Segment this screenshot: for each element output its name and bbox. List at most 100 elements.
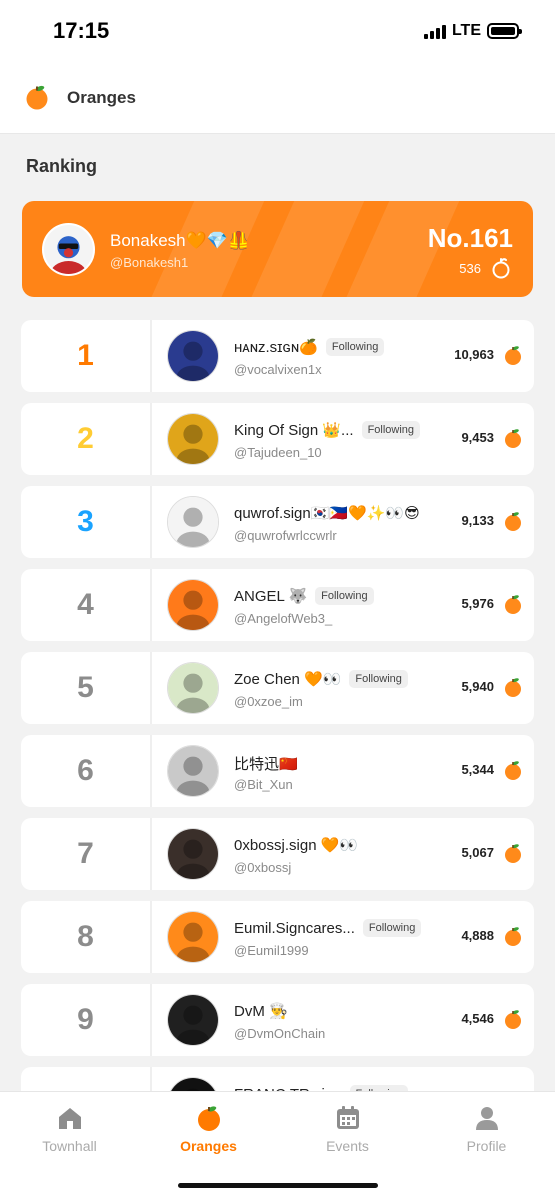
avatar[interactable] [167, 413, 219, 465]
avatar[interactable] [167, 579, 219, 631]
orange-icon [505, 346, 521, 365]
rank-number: 5 [77, 671, 94, 704]
network-label: LTE [451, 22, 481, 39]
rank-number: 3 [77, 505, 94, 538]
ranking-row[interactable]: 7 0xbossj.sign 🧡👀 @0xbossj 5,067 [21, 818, 534, 890]
orange-icon [505, 429, 521, 448]
user-name: King Of Sign 👑... [234, 422, 354, 439]
my-handle: @Bonakesh1 [110, 255, 189, 270]
ranking-row[interactable]: 3 quwrof.sign🇰🇷🇵🇭🧡✨👀😎 @quwrofwrlccwrlr 9,13… [21, 486, 534, 558]
score-value: 4,546 [461, 1011, 494, 1026]
status-time: 17:15 [53, 18, 110, 43]
rank-number: 7 [77, 837, 94, 870]
name-line: King Of Sign 👑... Following [234, 421, 421, 439]
avatar[interactable] [167, 662, 219, 714]
profile-icon [476, 1107, 498, 1130]
following-badge[interactable]: Following [315, 587, 374, 605]
ranking-row[interactable]: 5 Zoe Chen 🧡👀 Following @0xzoe_im 5,940 [21, 652, 534, 724]
name-line: quwrof.sign🇰🇷🇵🇭🧡✨👀😎 [234, 504, 420, 522]
following-badge[interactable]: Following [349, 670, 408, 688]
avatar[interactable] [42, 223, 95, 276]
nav-label: Events [326, 1138, 369, 1154]
score-value: 9,453 [461, 430, 494, 445]
home-indicator [178, 1183, 378, 1188]
score-value: 5,976 [461, 596, 494, 611]
following-badge[interactable]: Following [362, 919, 422, 937]
name-line: ʜᴀɴᴢ.sɪɢɴ🍊 Following [234, 338, 385, 356]
rank-number: 1 [77, 339, 94, 372]
user-handle: @Eumil1999 [234, 943, 309, 958]
user-handle: @Tajudeen_10 [234, 445, 322, 460]
following-badge[interactable]: Following [325, 338, 385, 356]
user-handle: @AngelofWeb3_ [234, 611, 333, 626]
score-value: 5,067 [461, 845, 494, 860]
orange-icon [505, 512, 521, 531]
ranking-row[interactable]: 8 Eumil.Signcares... Following @Eumil1999 4,… [21, 901, 534, 973]
ranking-row[interactable]: 4 ANGEL 🐺 Following @AngelofWeb3_ 5,976 [21, 569, 534, 641]
avatar[interactable] [167, 828, 219, 880]
nav-profile[interactable]: Profile [417, 1092, 555, 1172]
status-bar: 17:15 LTE [0, 0, 555, 62]
user-name: Zoe Chen 🧡👀 [234, 671, 342, 688]
user-name: DvM 👨‍🍳 [234, 1003, 288, 1020]
my-rank-card[interactable]: Bonakesh🧡💎🦺 @Bonakesh1 No.161 536 [22, 201, 533, 297]
avatar[interactable] [167, 994, 219, 1046]
avatar[interactable] [167, 911, 219, 963]
user-handle: @0xbossj [234, 860, 292, 875]
row-divider [150, 652, 152, 724]
orange-icon [505, 927, 521, 946]
rank-number: 2 [77, 422, 94, 455]
row-divider [150, 403, 152, 475]
signal-icon [423, 23, 446, 39]
row-divider [150, 984, 152, 1056]
user-name: ANGEL 🐺 [234, 588, 308, 605]
my-points: 536 [459, 261, 481, 276]
user-name: 0xbossj.sign 🧡👀 [234, 837, 359, 854]
orange-icon [505, 1010, 521, 1029]
ranking-row[interactable]: 1 ʜᴀɴᴢ.sɪɢɴ🍊 Following @vocalvixen1x 10,963 [21, 320, 534, 392]
name-line: DvM 👨‍🍳 [234, 1002, 288, 1020]
section-title: Ranking [26, 156, 98, 176]
score-value: 5,344 [461, 762, 494, 777]
status-indicators: LTE [423, 22, 522, 40]
user-handle: @quwrofwrlccwrlr [234, 528, 337, 543]
user-handle: @0xzoe_im [234, 694, 303, 709]
my-rank: No.161 [427, 223, 513, 253]
avatar[interactable] [167, 496, 219, 548]
ranking-row[interactable]: 2 King Of Sign 👑... Following @Tajudeen_10 9… [21, 403, 534, 475]
rank-number: 9 [77, 1003, 94, 1036]
name-line: ANGEL 🐺 Following [234, 587, 374, 605]
ranking-row[interactable]: 9 DvM 👨‍🍳 @DvmOnChain 4,546 [21, 984, 534, 1056]
nav-oranges[interactable]: Oranges [139, 1092, 278, 1172]
row-divider [150, 320, 152, 392]
battery-icon [487, 23, 522, 39]
user-handle: @DvmOnChain [234, 1026, 326, 1041]
orange-icon [505, 844, 521, 863]
row-divider [150, 818, 152, 890]
name-line: 0xbossj.sign 🧡👀 [234, 836, 358, 854]
avatar[interactable] [167, 330, 219, 382]
score-value: 10,963 [454, 347, 494, 362]
following-badge[interactable]: Following [361, 421, 421, 439]
orange-icon [505, 678, 521, 697]
header-title: Oranges [67, 88, 136, 107]
ranking-row[interactable]: 6 比特迅🇨🇳 @Bit_Xun 5,344 [21, 735, 534, 807]
user-handle: @Bit_Xun [234, 777, 293, 792]
score-value: 4,888 [461, 928, 494, 943]
orange-outline-icon [492, 258, 510, 279]
nav-label: Profile [466, 1138, 507, 1154]
nav-label: Townhall [42, 1138, 97, 1154]
avatar[interactable] [167, 745, 219, 797]
nav-events[interactable]: Events [278, 1092, 417, 1172]
row-divider [150, 569, 152, 641]
townhall-icon [59, 1108, 81, 1129]
user-name: ʜᴀɴᴢ.sɪɢɴ🍊 [234, 339, 318, 356]
nav-townhall[interactable]: Townhall [0, 1092, 139, 1172]
user-name: quwrof.sign🇰🇷🇵🇭🧡✨👀😎 [234, 505, 420, 522]
row-divider [150, 901, 152, 973]
user-name: 比特迅🇨🇳 [234, 756, 298, 773]
orange-icon [505, 595, 521, 614]
nav-label: Oranges [180, 1138, 237, 1154]
calendar-icon [337, 1106, 359, 1129]
app-header: Oranges [0, 62, 555, 134]
